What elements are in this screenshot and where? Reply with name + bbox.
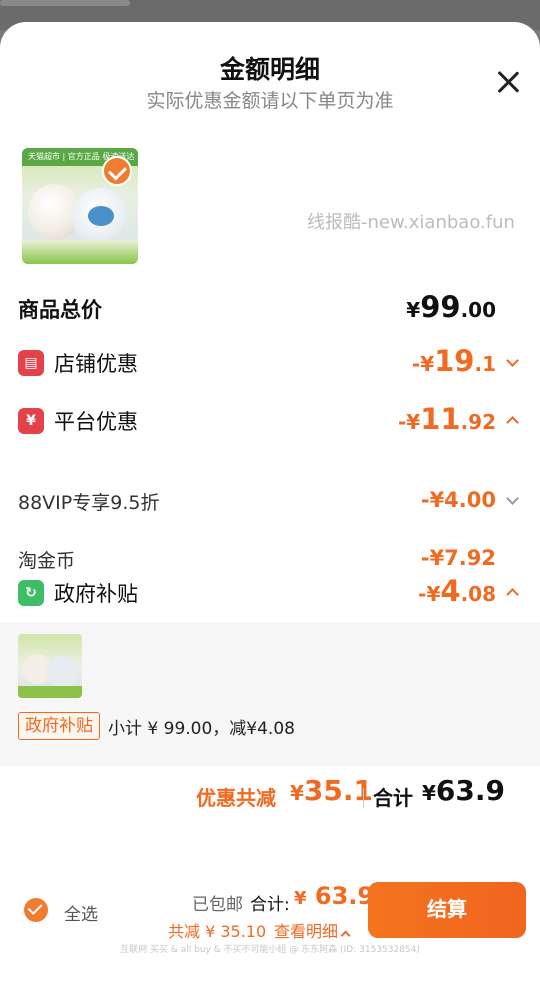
checkout-bar: 全选 已包邮 合计: ¥ 63.9 共减 ¥ 35.10 查看明细 结算 [0, 850, 540, 941]
gov-subsidy-row[interactable]: ↻ 政府补贴 -¥4.08 [0, 572, 540, 612]
product-banner [22, 240, 138, 264]
chevron-up-icon [340, 930, 351, 941]
bottom-discount-text: 共减 ¥ 35.10 [168, 922, 267, 941]
subsidy-detail: 政府补贴 小计 ¥ 99.00，减¥4.08 [0, 622, 540, 766]
gov-subsidy-amount: -¥4.08 [418, 574, 496, 608]
background-bar [0, 0, 130, 6]
sheet-subtitle: 实际优惠金额请以下单页为准 [146, 90, 394, 112]
footer-watermark: 互联网 买买 & all buy & 不买不可能小组 @ 东东阿森 (ID: 3… [120, 945, 420, 955]
watermark: 线报酷-new.xianbao.fun [307, 212, 515, 233]
total-price-amount: ¥99.00 [406, 290, 496, 324]
chevron-up-icon[interactable] [506, 414, 518, 426]
platform-discount-amount: -¥11.92 [397, 402, 496, 436]
free-shipping-label: 已包邮 [192, 895, 243, 915]
chevron-up-icon[interactable] [506, 586, 518, 598]
checkout-button[interactable]: 结算 [368, 882, 526, 938]
summary-total-label: 合计 [373, 786, 413, 810]
close-icon[interactable] [492, 66, 524, 98]
summary-total-amount: ¥63.9 [422, 774, 506, 807]
subsidy-product-image [18, 634, 82, 698]
view-detail-link[interactable]: 查看明细 [274, 918, 351, 942]
platform-discount-row[interactable]: ¥ 平台优惠 -¥11.92 [0, 400, 540, 440]
store-icon: ▤ [18, 350, 44, 376]
bottom-total-label: 合计: [250, 895, 290, 915]
select-all-label[interactable]: 全选 [64, 900, 98, 925]
select-all-checkbox[interactable] [24, 898, 48, 922]
coin-amount: -¥7.92 [420, 546, 496, 570]
platform-discount-label: 平台优惠 [54, 410, 138, 434]
total-price-label: 商品总价 [18, 298, 102, 322]
price-detail-sheet: 金额明细 实际优惠金额请以下单页为准 天猫超市 | 官方正品 极速送达 线报酷-… [0, 22, 540, 982]
store-discount-label: 店铺优惠 [54, 352, 138, 376]
vip-discount-label: 88VIP专享9.5折 [18, 492, 160, 514]
sheet-title: 金额明细 [219, 55, 320, 84]
sticker-image [88, 206, 114, 226]
discount-summary: 优惠共减 ¥35.1 合计 ¥63.9 [0, 770, 540, 818]
divider [363, 788, 364, 808]
gov-subsidy-label: 政府补贴 [54, 582, 138, 606]
chevron-down-icon[interactable] [506, 494, 518, 506]
chevron-down-icon[interactable] [506, 356, 518, 368]
product-select-checkbox[interactable] [102, 156, 132, 186]
total-discount-amount: ¥35.1 [290, 774, 374, 807]
total-price-row: 商品总价 ¥99.00 [0, 288, 540, 328]
store-discount-row[interactable]: ▤ 店铺优惠 -¥19.1 [0, 342, 540, 382]
product-image[interactable]: 天猫超市 | 官方正品 极速送达 [22, 148, 138, 264]
store-discount-amount: -¥19.1 [411, 344, 496, 378]
gov-subsidy-tag: 政府补贴 [18, 712, 100, 740]
total-discount-label: 优惠共减 [196, 786, 276, 810]
coin-label: 淘金币 [18, 550, 76, 572]
coupon-icon: ¥ [18, 408, 44, 434]
vip-discount-row[interactable]: 88VIP专享9.5折 -¥4.00 [0, 480, 540, 520]
refresh-icon: ↻ [18, 580, 44, 606]
bottom-total-amount: ¥ 63.9 [294, 882, 375, 910]
subsidy-subtotal: 小计 ¥ 99.00，减¥4.08 [108, 719, 295, 739]
vip-discount-amount: -¥4.00 [420, 488, 496, 512]
